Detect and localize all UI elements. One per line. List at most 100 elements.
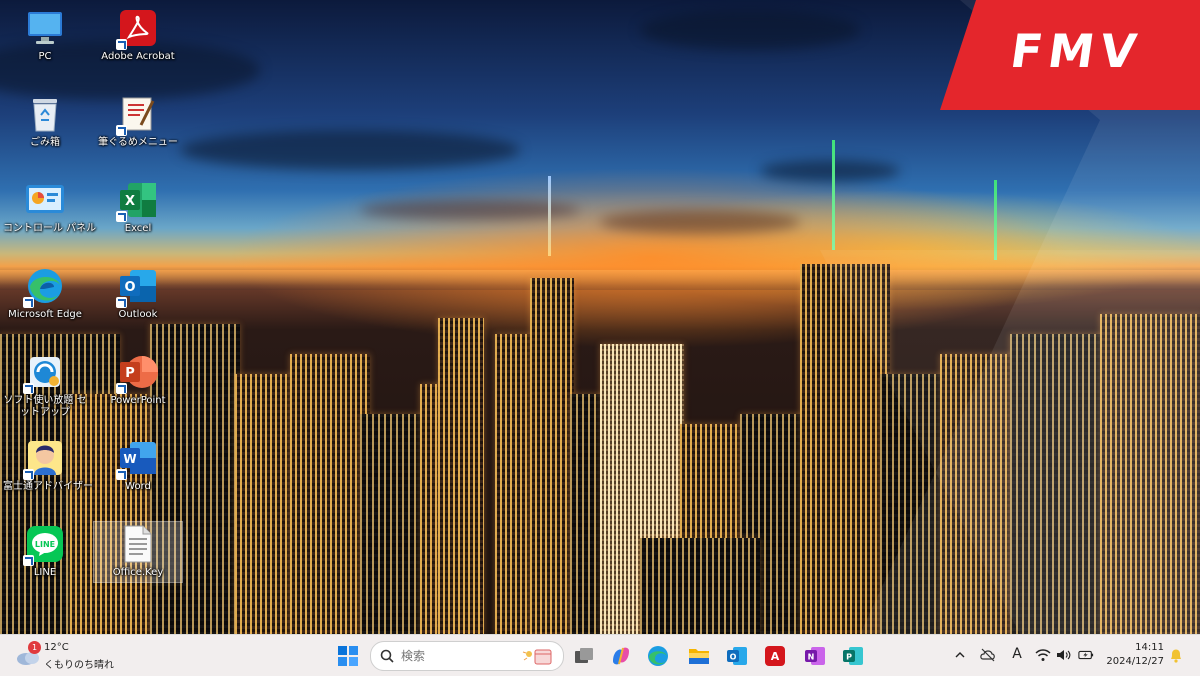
shortcut-arrow-icon bbox=[116, 383, 127, 394]
svg-text:X: X bbox=[125, 194, 135, 209]
soft-setup-icon bbox=[23, 352, 65, 394]
taskbar-onenote-button[interactable]: N bbox=[800, 641, 830, 671]
task-view-icon bbox=[575, 648, 593, 663]
svg-text:LINE: LINE bbox=[35, 540, 55, 549]
desktop-icon-excel[interactable]: X Excel bbox=[96, 180, 180, 235]
desktop-icon-label: 富士通アドバイザー bbox=[3, 481, 93, 492]
clock-date: 2024/12/27 bbox=[1106, 656, 1164, 667]
excel-icon: X bbox=[116, 180, 158, 222]
wifi-icon bbox=[1035, 649, 1051, 661]
volume-button[interactable] bbox=[1056, 647, 1072, 663]
publisher-icon: P bbox=[843, 647, 863, 665]
wallpaper-cloud bbox=[600, 210, 800, 234]
taskbar-edge-button[interactable] bbox=[643, 641, 673, 671]
desktop-icon-pc[interactable]: PC bbox=[3, 8, 87, 63]
powerpoint-icon: P bbox=[116, 352, 158, 394]
cloud-off-icon bbox=[980, 648, 995, 662]
weather-alert-badge: 1 bbox=[28, 641, 41, 654]
desktop-icon-outlook[interactable]: O Outlook bbox=[96, 266, 180, 321]
tray-network-off-button[interactable] bbox=[980, 647, 996, 663]
desktop-icon-label: LINE bbox=[33, 567, 57, 578]
desktop-icon-label: Adobe Acrobat bbox=[101, 51, 175, 62]
edge-icon bbox=[23, 266, 65, 308]
desktop-icon-label: PC bbox=[38, 51, 52, 62]
shortcut-arrow-icon bbox=[116, 211, 127, 222]
windows-start-icon bbox=[338, 646, 358, 666]
desktop-icon-powerpoint[interactable]: P PowerPoint bbox=[96, 352, 180, 407]
control-panel-icon bbox=[25, 180, 65, 220]
fmv-logo-text: FMV bbox=[1006, 24, 1146, 78]
taskbar-outlook-button[interactable]: O bbox=[722, 641, 752, 671]
acrobat-icon: A bbox=[765, 646, 785, 666]
speaker-icon bbox=[1057, 650, 1071, 660]
wallpaper-cloud bbox=[640, 10, 860, 50]
ime-indicator[interactable]: A bbox=[1009, 646, 1025, 662]
search-icon bbox=[380, 649, 394, 663]
desktop-icon-label: コントロール パネル bbox=[3, 223, 97, 234]
svg-text:A: A bbox=[771, 650, 780, 663]
word-icon: W bbox=[116, 438, 158, 480]
search-input[interactable] bbox=[399, 647, 513, 665]
pc-icon bbox=[25, 8, 65, 48]
desktop-icon-label: Outlook bbox=[118, 309, 158, 320]
battery-button[interactable] bbox=[1078, 647, 1094, 663]
desktop-icon-label: Office.Key bbox=[112, 567, 164, 578]
desktop-icon-line[interactable]: LINE LINE bbox=[3, 524, 87, 579]
weather-condition: くもりのち晴れ bbox=[44, 660, 114, 671]
desktop-icon-label: Microsoft Edge bbox=[8, 309, 82, 320]
clock[interactable]: 14:11 2024/12/27 bbox=[1100, 639, 1164, 673]
taskbar: 1 12°C くもりのち晴れ O A N P A bbox=[0, 634, 1200, 676]
show-hidden-icons-button[interactable] bbox=[952, 647, 968, 663]
weather-widget[interactable]: 1 12°C くもりのち晴れ bbox=[14, 639, 124, 673]
svg-text:N: N bbox=[808, 653, 815, 662]
chevron-up-icon bbox=[955, 652, 965, 658]
desktop-icon-fudegurume-menu[interactable]: 筆ぐるめメニュー bbox=[96, 94, 180, 149]
search-highlight-icon bbox=[522, 649, 552, 665]
desktop-icon-adobe-acrobat[interactable]: Adobe Acrobat bbox=[96, 8, 180, 63]
desktop-icon-recycle-bin[interactable]: ごみ箱 bbox=[3, 94, 87, 149]
desktop-icon-microsoft-edge[interactable]: Microsoft Edge bbox=[3, 266, 87, 321]
shortcut-arrow-icon bbox=[116, 39, 127, 50]
file-explorer-icon bbox=[689, 649, 709, 664]
copilot-icon bbox=[613, 647, 629, 665]
bell-icon bbox=[1171, 649, 1181, 663]
shortcut-arrow-icon bbox=[116, 297, 127, 308]
onenote-icon: N bbox=[805, 647, 825, 665]
weather-temperature: 12°C bbox=[44, 642, 69, 653]
line-icon: LINE bbox=[23, 524, 65, 566]
svg-text:W: W bbox=[123, 452, 136, 466]
shortcut-arrow-icon bbox=[116, 469, 127, 480]
start-button[interactable] bbox=[333, 641, 363, 671]
fmv-logo: FMV bbox=[940, 0, 1200, 110]
svg-text:P: P bbox=[125, 366, 135, 381]
desktop-icon-label: Word bbox=[125, 481, 151, 492]
taskbar-publisher-button[interactable]: P bbox=[838, 641, 868, 671]
file-explorer-button[interactable] bbox=[684, 641, 714, 671]
copilot-button[interactable] bbox=[606, 641, 636, 671]
adobe-acrobat-icon bbox=[116, 8, 158, 50]
taskbar-search[interactable] bbox=[370, 641, 564, 671]
desktop[interactable]: FMV PC Adobe Acrobat ごみ箱 筆ぐるめメニュー コントロール… bbox=[0, 0, 1200, 634]
taskbar-acrobat-button[interactable]: A bbox=[760, 641, 790, 671]
desktop-icon-office-key[interactable]: Office.Key bbox=[93, 521, 183, 583]
desktop-icon-label: ごみ箱 bbox=[30, 137, 60, 148]
notification-button[interactable] bbox=[1168, 647, 1184, 663]
desktop-icon-soft-setup[interactable]: ソフト使い放題 セットアップ bbox=[3, 352, 87, 419]
desktop-icon-word[interactable]: W Word bbox=[96, 438, 180, 493]
text-file-icon bbox=[118, 524, 158, 564]
outlook-icon: O bbox=[727, 647, 747, 665]
battery-charging-icon bbox=[1078, 650, 1094, 660]
desktop-icon-label: Excel bbox=[124, 223, 152, 234]
svg-text:O: O bbox=[730, 653, 737, 662]
outlook-icon: O bbox=[116, 266, 158, 308]
desktop-icon-label: ソフト使い放題 セットアップ bbox=[3, 395, 87, 418]
task-view-button[interactable] bbox=[569, 641, 599, 671]
wifi-button[interactable] bbox=[1035, 647, 1051, 663]
fujitsu-advisor-icon bbox=[23, 438, 65, 480]
clock-time: 14:11 bbox=[1135, 642, 1164, 653]
desktop-icon-fujitsu-advisor[interactable]: 富士通アドバイザー bbox=[3, 438, 93, 493]
fudegurume-icon bbox=[116, 94, 158, 136]
desktop-icon-control-panel[interactable]: コントロール パネル bbox=[3, 180, 97, 235]
shortcut-arrow-icon bbox=[23, 555, 34, 566]
desktop-icon-label: 筆ぐるめメニュー bbox=[98, 137, 178, 148]
